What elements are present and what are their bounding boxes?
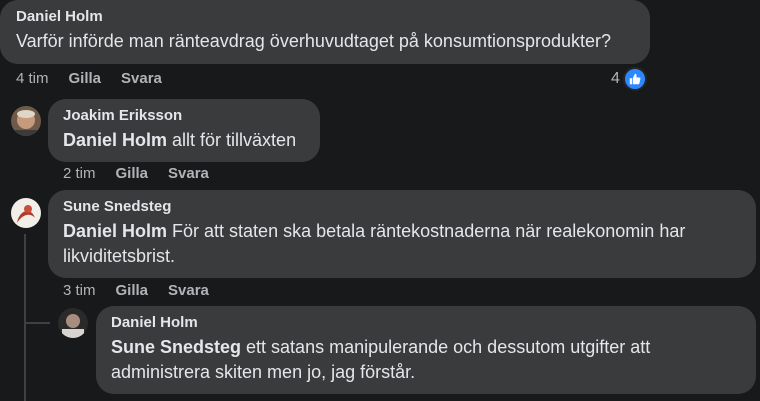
mention-link[interactable]: Daniel Holm bbox=[63, 221, 167, 241]
comment-actions: 4 tim Gilla Svara bbox=[16, 70, 182, 87]
comment-author[interactable]: Daniel Holm bbox=[16, 8, 638, 26]
comment-bubble: Joakim Eriksson Daniel Holm allt för til… bbox=[48, 99, 320, 162]
like-button[interactable]: Gilla bbox=[69, 70, 102, 87]
comment-actions: 3 tim Gilla Svara bbox=[63, 282, 229, 299]
like-button[interactable]: Gilla bbox=[116, 165, 149, 182]
comment-author[interactable]: Daniel Holm bbox=[111, 314, 744, 332]
comment-timestamp[interactable]: 4 tim bbox=[16, 70, 49, 87]
like-button[interactable]: Gilla bbox=[116, 282, 149, 299]
reply-button[interactable]: Svara bbox=[121, 70, 162, 87]
comment-bubble: Daniel Holm Sune Snedsteg ett satans man… bbox=[96, 306, 756, 394]
reply-button[interactable]: Svara bbox=[168, 165, 209, 182]
reaction-summary[interactable]: 4 bbox=[611, 67, 647, 91]
comment-author[interactable]: Sune Snedsteg bbox=[63, 198, 744, 216]
comment-timestamp[interactable]: 3 tim bbox=[63, 282, 96, 299]
comment-text: Daniel Holm För att staten ska betala rä… bbox=[63, 219, 744, 269]
thread-connector bbox=[24, 234, 26, 401]
comment-bubble: Daniel Holm Varför införde man ränteavdr… bbox=[0, 0, 650, 64]
comment-body: allt för tillväxten bbox=[167, 130, 297, 150]
avatar[interactable] bbox=[11, 106, 41, 136]
reaction-count: 4 bbox=[611, 70, 620, 87]
reply-button[interactable]: Svara bbox=[168, 282, 209, 299]
comment-text: Daniel Holm allt för tillväxten bbox=[63, 128, 308, 153]
avatar[interactable] bbox=[58, 308, 88, 338]
comment-bubble: Sune Snedsteg Daniel Holm För att staten… bbox=[48, 190, 756, 278]
avatar[interactable] bbox=[11, 198, 41, 228]
thumbs-up-icon bbox=[622, 67, 647, 91]
mention-link[interactable]: Daniel Holm bbox=[63, 130, 167, 150]
comment-actions: 2 tim Gilla Svara bbox=[63, 165, 229, 182]
comment-text: Sune Snedsteg ett satans manipulerande o… bbox=[111, 335, 744, 385]
comment-text: Varför införde man ränteavdrag överhuvud… bbox=[16, 31, 612, 51]
thread-connector bbox=[24, 322, 50, 324]
comment-author[interactable]: Joakim Eriksson bbox=[63, 107, 308, 125]
comment-timestamp[interactable]: 2 tim bbox=[63, 165, 96, 182]
mention-link[interactable]: Sune Snedsteg bbox=[111, 337, 241, 357]
